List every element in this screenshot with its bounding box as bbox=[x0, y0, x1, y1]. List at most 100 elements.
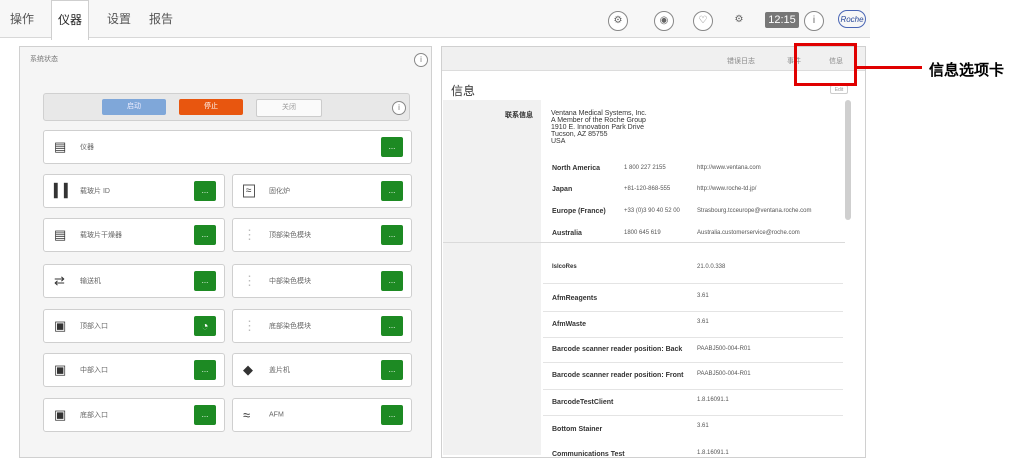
contact-url[interactable]: Strasbourg.tcceurope@ventana.roche.com bbox=[697, 208, 812, 214]
stainer-icon: ⋮ bbox=[243, 227, 256, 242]
panel-title: 系统状态 bbox=[30, 56, 58, 63]
start-button[interactable]: 启动 bbox=[102, 99, 166, 115]
shutdown-button[interactable]: 关闭 bbox=[256, 99, 322, 117]
module-menu-button[interactable]: ... bbox=[381, 360, 403, 380]
module-card[interactable]: ▍▍ 载玻片 ID ... bbox=[43, 174, 225, 208]
address-line: USA bbox=[551, 138, 566, 145]
info-icon[interactable]: i bbox=[804, 11, 824, 31]
version-value: 3.61 bbox=[697, 423, 709, 429]
module-card[interactable]: ▤ 载玻片干燥器 ... bbox=[43, 218, 225, 252]
contact-url[interactable]: http://www.ventana.com bbox=[697, 165, 761, 171]
contact-region: North America bbox=[552, 165, 600, 172]
info-tab-highlight bbox=[794, 43, 857, 86]
row-divider bbox=[543, 389, 843, 390]
info-heading: 信息 bbox=[451, 84, 476, 98]
module-menu-button[interactable]: ... bbox=[381, 181, 403, 201]
callout-pointer bbox=[857, 66, 922, 69]
module-menu-button[interactable]: ... bbox=[194, 405, 216, 425]
stainer-icon: ⋮ bbox=[243, 273, 256, 288]
roche-logo: Roche bbox=[838, 10, 866, 28]
version-name: Barcode scanner reader position: Front bbox=[552, 372, 684, 379]
module-card[interactable]: ⇄ 输送机 ... bbox=[43, 264, 225, 298]
tab-error-log[interactable]: 错误日志 bbox=[727, 56, 755, 66]
module-menu-button[interactable]: ... bbox=[381, 316, 403, 336]
module-card[interactable]: ≈ AFM ... bbox=[232, 398, 412, 432]
top-entry-icon: ▣ bbox=[54, 318, 67, 333]
version-value: 3.61 bbox=[697, 319, 709, 325]
stop-button[interactable]: 停止 bbox=[179, 99, 243, 115]
module-menu-button[interactable]: ... bbox=[381, 225, 403, 245]
module-card[interactable]: ▣ 中部入口 ... bbox=[43, 353, 225, 387]
module-card[interactable]: ⋮ 顶部染色模块 ... bbox=[232, 218, 412, 252]
module-card[interactable]: ▣ 顶部入口 ◔ bbox=[43, 309, 225, 343]
globe-icon[interactable]: ◉ bbox=[654, 11, 674, 31]
info-scrollbar[interactable] bbox=[845, 100, 851, 220]
contact-phone: +81-120-868-555 bbox=[624, 186, 671, 192]
callout-label: 信息选项卡 bbox=[929, 62, 1005, 79]
conveyor-icon: ⇄ bbox=[54, 273, 65, 288]
afm-icon: ≈ bbox=[243, 407, 251, 423]
user-icon[interactable]: ⚙ bbox=[608, 11, 628, 31]
version-name: AfmReagents bbox=[552, 295, 598, 302]
module-label: 中部染色模块 bbox=[269, 278, 311, 285]
version-value: 1.8.16091.1 bbox=[697, 397, 729, 403]
module-menu-button[interactable]: ... bbox=[381, 271, 403, 291]
module-label: 载玻片干燥器 bbox=[80, 232, 122, 239]
version-value: PAABJ500-004-R01 bbox=[697, 346, 751, 352]
instrument-icon: ▤ bbox=[54, 139, 67, 154]
tab-operation[interactable]: 操作 bbox=[10, 0, 34, 38]
instrument-menu-button[interactable]: ... bbox=[381, 137, 403, 157]
row-divider bbox=[543, 311, 843, 312]
heart-icon[interactable]: ♡ bbox=[693, 11, 713, 31]
contact-label-column bbox=[443, 100, 541, 242]
instrument-card[interactable]: ▤ 仪器 ... bbox=[43, 130, 412, 164]
address-line: A Member of the Roche Group bbox=[551, 117, 646, 124]
busy-indicator-icon[interactable]: ◔ bbox=[194, 316, 216, 336]
module-label: 输送机 bbox=[80, 278, 101, 285]
module-label: 底部染色模块 bbox=[269, 323, 311, 330]
module-card[interactable]: ≈ 固化炉 ... bbox=[232, 174, 412, 208]
contact-url[interactable]: http://www.roche-td.jp/ bbox=[697, 186, 756, 192]
row-divider bbox=[543, 337, 843, 338]
version-value: 21.0.0.338 bbox=[697, 264, 726, 270]
gear-icon[interactable]: ⚙ bbox=[730, 11, 748, 29]
module-menu-button[interactable]: ... bbox=[194, 181, 216, 201]
barcode-icon: ▍▍ bbox=[54, 183, 74, 198]
module-card[interactable]: ▣ 底部入口 ... bbox=[43, 398, 225, 432]
module-menu-button[interactable]: ... bbox=[194, 360, 216, 380]
contact-region: Europe (France) bbox=[552, 208, 606, 215]
oven-icon: ≈ bbox=[243, 184, 255, 198]
contact-phone: +33 (0)3 90 40 52 00 bbox=[624, 208, 680, 214]
stainer-icon: ⋮ bbox=[243, 318, 256, 333]
versions-label-column bbox=[443, 243, 541, 455]
control-bar: 启动 停止 关闭 i bbox=[43, 93, 410, 121]
row-divider bbox=[543, 283, 843, 284]
address-line: Tucson, AZ 85755 bbox=[551, 131, 608, 138]
instrument-label: 仪器 bbox=[80, 144, 94, 151]
edit-button[interactable]: Edit bbox=[830, 85, 848, 94]
tab-instrument[interactable]: 仪器 bbox=[51, 0, 90, 40]
module-card[interactable]: ⋮ 中部染色模块 ... bbox=[232, 264, 412, 298]
contact-label: 联系信息 bbox=[505, 112, 533, 119]
module-menu-button[interactable]: ... bbox=[194, 271, 216, 291]
module-label: 顶部染色模块 bbox=[269, 232, 311, 239]
contact-url[interactable]: Australia.customerservice@roche.com bbox=[697, 230, 800, 236]
address-line: 1910 E. Innovation Park Drive bbox=[551, 124, 644, 131]
module-label: 固化炉 bbox=[269, 188, 290, 195]
version-name: Barcode scanner reader position: Back bbox=[552, 346, 683, 353]
clock: 12:15 bbox=[765, 12, 799, 28]
module-menu-button[interactable]: ... bbox=[381, 405, 403, 425]
module-card[interactable]: ⋮ 底部染色模块 ... bbox=[232, 309, 412, 343]
version-name: Bottom Stainer bbox=[552, 426, 603, 433]
module-menu-button[interactable]: ... bbox=[194, 225, 216, 245]
tab-reports[interactable]: 报告 bbox=[149, 0, 173, 38]
row-divider bbox=[543, 415, 843, 416]
control-info-icon[interactable]: i bbox=[392, 101, 406, 115]
module-label: 载玻片 ID bbox=[80, 188, 110, 195]
module-card[interactable]: ◆ 盖片机 ... bbox=[232, 353, 412, 387]
slide-dryer-icon: ▤ bbox=[54, 227, 67, 242]
panel-info-icon[interactable]: i bbox=[414, 53, 428, 67]
tab-settings[interactable]: 设置 bbox=[107, 0, 131, 38]
bottom-entry-icon: ▣ bbox=[54, 407, 67, 422]
top-bar: 操作 仪器 设置 报告 ⚙ ◉ ♡ ⚙ 12:15 i Roche bbox=[0, 0, 870, 40]
